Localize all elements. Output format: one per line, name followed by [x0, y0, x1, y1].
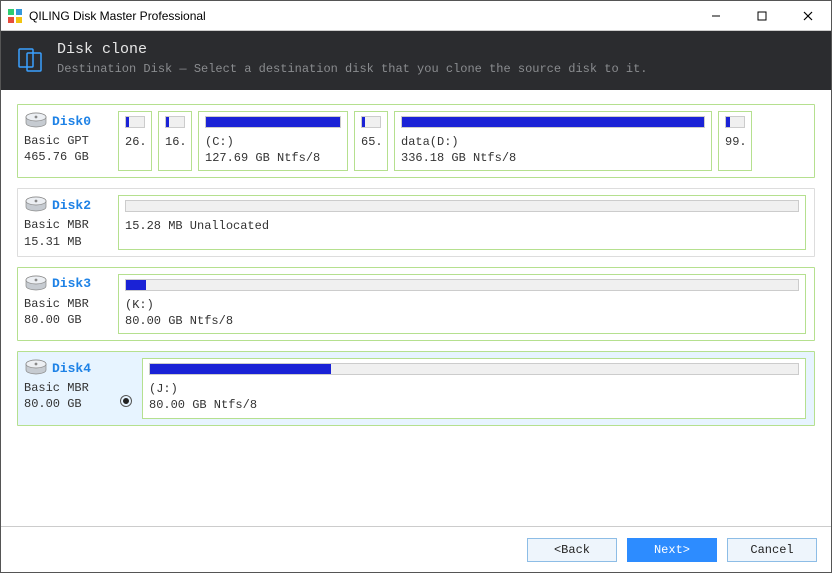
partition-usage-bar	[401, 116, 705, 128]
cancel-button[interactable]: Cancel	[727, 538, 817, 562]
disk-radio[interactable]	[118, 358, 134, 418]
partition-usage-bar	[125, 116, 145, 128]
disk-type: Basic GPT	[24, 133, 110, 149]
maximize-button[interactable]	[739, 1, 785, 31]
partition-size: 80.00 GB Ntfs/8	[125, 313, 799, 329]
disk-name: Disk0	[52, 114, 91, 129]
minimize-button[interactable]	[693, 1, 739, 31]
disk-icon	[24, 274, 48, 292]
partition-size: 127.69 GB Ntfs/8	[205, 150, 341, 166]
disk-size: 465.76 GB	[24, 149, 110, 165]
disk-name: Disk3	[52, 276, 91, 291]
header-band: Disk clone Destination Disk — Select a d…	[1, 31, 831, 90]
disk-type: Basic MBR	[24, 296, 110, 312]
partition-block[interactable]: 26...	[118, 111, 152, 171]
partition-block[interactable]: 16...	[158, 111, 192, 171]
disk-icon	[24, 195, 48, 213]
disk-info: Disk4 Basic MBR80.00 GB	[24, 358, 110, 418]
partition-list: 15.28 MB Unallocated	[118, 195, 806, 249]
partition-label: (K:)	[125, 297, 799, 313]
disk-name: Disk2	[52, 198, 91, 213]
partition-block[interactable]: (J:)80.00 GB Ntfs/8	[142, 358, 806, 418]
partition-size: 99...	[725, 134, 745, 150]
partition-size: 80.00 GB Ntfs/8	[149, 397, 799, 413]
partition-size: 16...	[165, 134, 185, 150]
close-button[interactable]	[785, 1, 831, 31]
partition-size: 26...	[125, 134, 145, 150]
partition-size: 65...	[361, 134, 381, 150]
footer-bar: <Back Next> Cancel	[1, 526, 831, 572]
disk-name: Disk4	[52, 361, 91, 376]
disk-type: Basic MBR	[24, 380, 110, 396]
disk-size: 80.00 GB	[24, 396, 110, 412]
disk-info: Disk3 Basic MBR80.00 GB	[24, 274, 110, 334]
partition-usage-bar	[725, 116, 745, 128]
disk-type: Basic MBR	[24, 217, 110, 233]
disk-icon	[24, 111, 48, 129]
disk-clone-icon	[17, 45, 45, 73]
partition-list: (K:)80.00 GB Ntfs/8	[118, 274, 806, 334]
partition-block[interactable]: (C:)127.69 GB Ntfs/8	[198, 111, 348, 171]
next-button[interactable]: Next>	[627, 538, 717, 562]
app-title: QILING Disk Master Professional	[29, 9, 693, 23]
partition-size: 336.18 GB Ntfs/8	[401, 150, 705, 166]
disk-row-disk3[interactable]: Disk3 Basic MBR80.00 GB (K:)80.00 GB Ntfs/…	[17, 267, 815, 341]
partition-usage-bar	[125, 200, 799, 212]
partition-label: data(D:)	[401, 134, 705, 150]
partition-block[interactable]: 99...	[718, 111, 752, 171]
partition-list: 26... 16... (C:)127.69 GB Ntfs/8 65... data(…	[118, 111, 806, 171]
disk-row-disk0[interactable]: Disk0 Basic GPT465.76 GB 26... 16... (C:)127…	[17, 104, 815, 178]
partition-usage-bar	[125, 279, 799, 291]
app-icon	[7, 8, 23, 24]
partition-usage-bar	[361, 116, 381, 128]
partition-label: (J:)	[149, 381, 799, 397]
disk-info: Disk0 Basic GPT465.76 GB	[24, 111, 110, 171]
partition-block[interactable]: 15.28 MB Unallocated	[118, 195, 806, 249]
page-subtitle: Destination Disk — Select a destination …	[57, 62, 648, 76]
disk-row-disk2[interactable]: Disk2 Basic MBR15.31 MB 15.28 MB Unallocat…	[17, 188, 815, 256]
partition-usage-bar	[205, 116, 341, 128]
page-title: Disk clone	[57, 41, 648, 58]
partition-size: 15.28 MB Unallocated	[125, 218, 799, 234]
partition-list: (J:)80.00 GB Ntfs/8	[142, 358, 806, 418]
disk-size: 15.31 MB	[24, 234, 110, 250]
disk-icon	[24, 358, 48, 376]
disk-list: Disk0 Basic GPT465.76 GB 26... 16... (C:)127…	[1, 90, 831, 526]
disk-size: 80.00 GB	[24, 312, 110, 328]
partition-block[interactable]: (K:)80.00 GB Ntfs/8	[118, 274, 806, 334]
partition-block[interactable]: data(D:)336.18 GB Ntfs/8	[394, 111, 712, 171]
partition-usage-bar	[149, 363, 799, 375]
disk-info: Disk2 Basic MBR15.31 MB	[24, 195, 110, 249]
disk-row-disk4[interactable]: Disk4 Basic MBR80.00 GB (J:)80.00 GB Ntfs/…	[17, 351, 815, 425]
partition-label: (C:)	[205, 134, 341, 150]
back-button[interactable]: <Back	[527, 538, 617, 562]
partition-block[interactable]: 65...	[354, 111, 388, 171]
titlebar: QILING Disk Master Professional	[1, 1, 831, 31]
partition-usage-bar	[165, 116, 185, 128]
